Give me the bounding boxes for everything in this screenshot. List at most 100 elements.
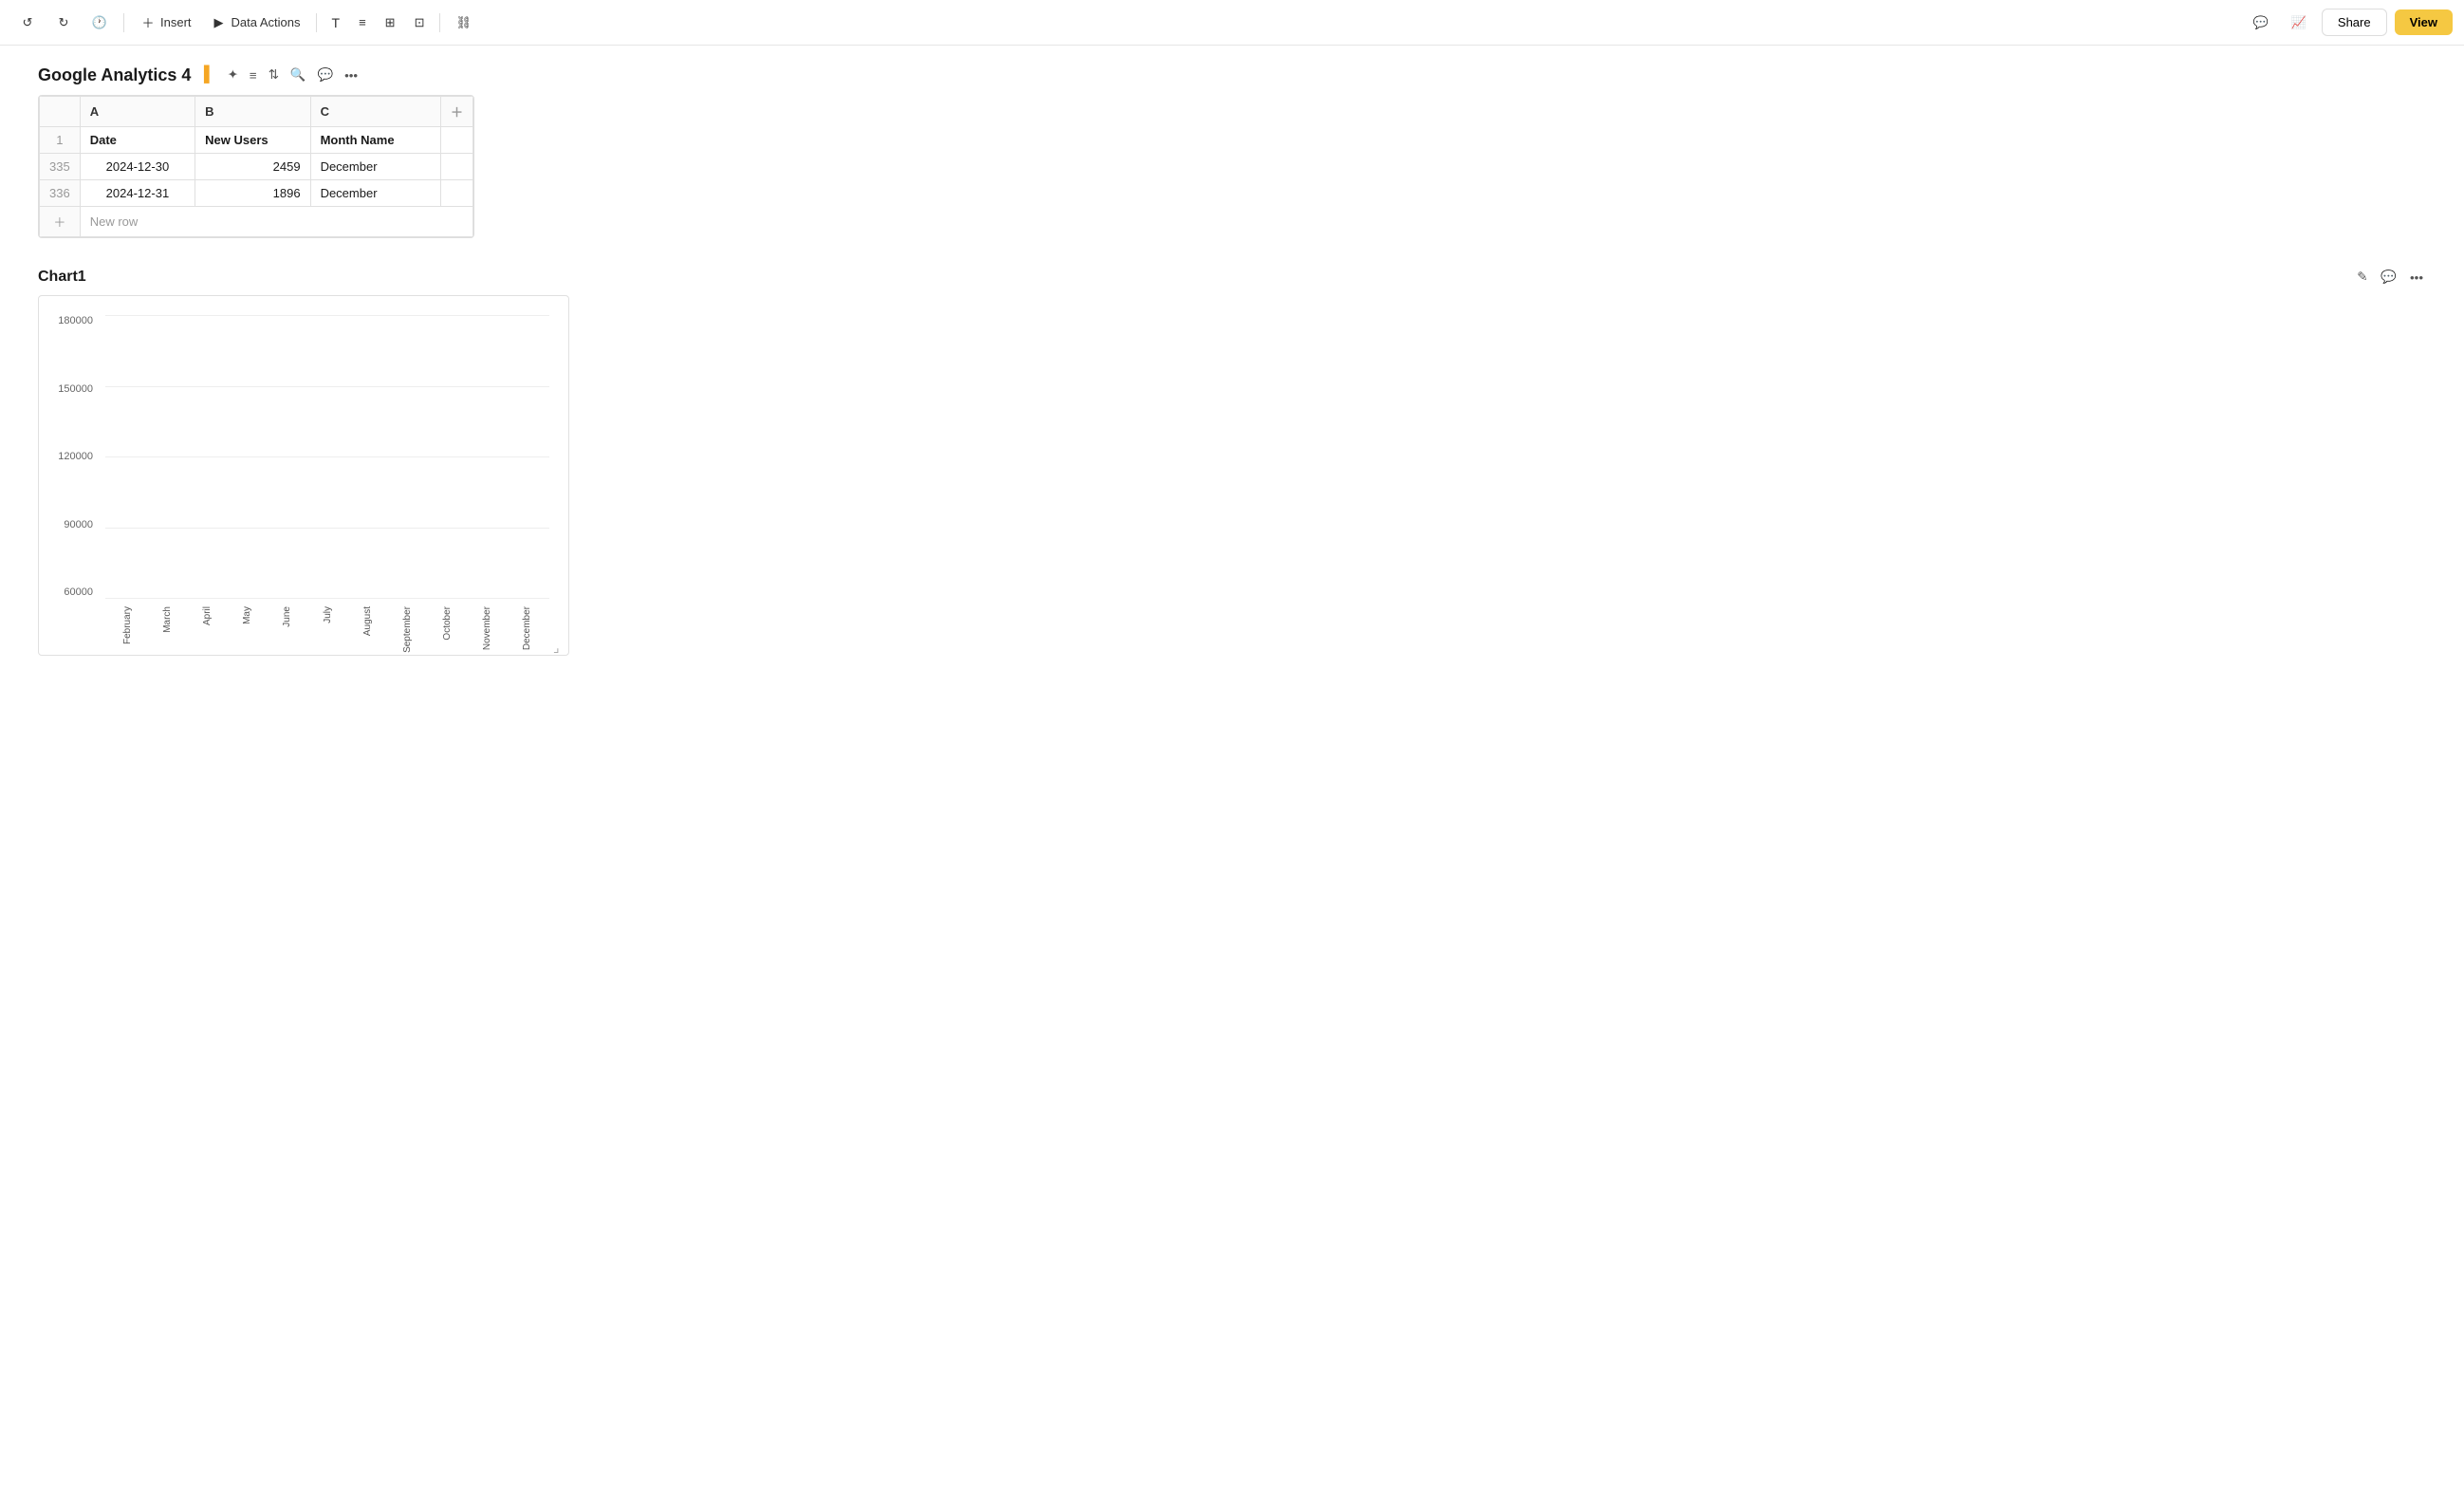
x-label-wrapper: November bbox=[469, 606, 506, 650]
x-label-september: September bbox=[402, 606, 413, 653]
table-section-toolbar: ✦ ≡ ⇅ 🔍 💬 ••• bbox=[225, 65, 361, 85]
col-monthname-header: Month Name bbox=[310, 127, 440, 154]
col-header-c: C bbox=[310, 97, 440, 127]
undo-icon: ↺ bbox=[19, 14, 36, 31]
y-axis-label: 90000 bbox=[39, 519, 93, 530]
divider-3 bbox=[439, 13, 440, 32]
col-header-a: A bbox=[80, 97, 195, 127]
toolbar: ↺ ↻ 🕐 ＋ Insert ▶ Data Actions T ≡ ⊞ ⊡ ⛓ … bbox=[0, 0, 2464, 46]
cell-date: 2024-12-30 bbox=[80, 154, 195, 180]
insert-label: Insert bbox=[160, 15, 192, 29]
divider-1 bbox=[123, 13, 124, 32]
x-label-october: October bbox=[442, 606, 453, 641]
col-date-header: Date bbox=[80, 127, 195, 154]
cell-new-users: 1896 bbox=[195, 180, 310, 207]
cell-month-name: December bbox=[310, 154, 440, 180]
table-section-header: Google Analytics 4 ▐ ✦ ≡ ⇅ 🔍 💬 ••• bbox=[38, 65, 2426, 85]
align-button[interactable]: ≡ bbox=[351, 11, 374, 33]
comment-icon: 💬 bbox=[2253, 15, 2269, 30]
data-actions-button[interactable]: ▶ Data Actions bbox=[203, 10, 308, 35]
x-label-november: November bbox=[482, 606, 492, 650]
data-actions-label: Data Actions bbox=[232, 15, 301, 29]
x-label-august: August bbox=[362, 606, 373, 636]
chart-edit-button[interactable]: ✎ bbox=[2354, 267, 2370, 288]
layout-button[interactable]: ⊡ bbox=[407, 11, 433, 34]
add-row-btn[interactable]: ＋ bbox=[40, 207, 81, 237]
cell-new-users: 2459 bbox=[195, 154, 310, 180]
x-label-june: June bbox=[282, 606, 292, 627]
col-add-button[interactable]: ＋ bbox=[440, 97, 472, 127]
table-comment-button[interactable]: 💬 bbox=[314, 65, 336, 85]
chart-comment-button[interactable]: 💬 bbox=[2378, 267, 2399, 288]
add-row-label[interactable]: New row bbox=[80, 207, 472, 237]
history-icon: 🕐 bbox=[91, 14, 108, 31]
chart-y-axis: 1800001500001200009000060000 bbox=[39, 315, 101, 598]
history-button[interactable]: 🕐 bbox=[83, 10, 116, 35]
insert-button[interactable]: ＋ Insert bbox=[132, 10, 199, 35]
chart-title: Chart1 bbox=[38, 269, 86, 286]
x-label-march: March bbox=[162, 606, 173, 633]
analytics-button[interactable]: 📈 bbox=[2284, 11, 2314, 34]
x-label-wrapper: September bbox=[389, 606, 426, 653]
table-row: 335 2024-12-30 2459 December bbox=[40, 154, 473, 180]
x-label-wrapper: June bbox=[269, 606, 306, 627]
row-header-num: 1 bbox=[40, 127, 81, 154]
main-content: Google Analytics 4 ▐ ✦ ≡ ⇅ 🔍 💬 ••• A B C… bbox=[0, 46, 2464, 675]
x-label-wrapper: August bbox=[349, 606, 386, 636]
text-format-button[interactable]: T bbox=[324, 11, 348, 34]
layout-icon: ⊡ bbox=[415, 15, 425, 30]
x-label-wrapper: July bbox=[308, 606, 345, 623]
sort-button[interactable]: ⇅ bbox=[266, 65, 282, 85]
x-label-february: February bbox=[122, 606, 133, 644]
view-button[interactable]: View bbox=[2395, 9, 2453, 35]
y-axis-label: 60000 bbox=[39, 586, 93, 598]
search-button[interactable]: 🔍 bbox=[287, 65, 309, 85]
table-more-button[interactable]: ••• bbox=[342, 65, 361, 85]
col-header-rownum bbox=[40, 97, 81, 127]
chart-x-axis: February March April May June July August Septe… bbox=[105, 603, 549, 655]
share-button[interactable]: Share bbox=[2322, 9, 2387, 36]
data-table: A B C ＋ 1 Date New Users Month Name 335 … bbox=[38, 95, 474, 238]
analytics-icon: 📈 bbox=[2291, 15, 2307, 30]
chart-toolbar: ✎ 💬 ••• bbox=[2354, 267, 2426, 288]
comment-button[interactable]: 💬 bbox=[2246, 11, 2276, 34]
ga-icon: ▐ bbox=[198, 66, 209, 84]
x-label-wrapper: April bbox=[189, 606, 226, 625]
cell-date: 2024-12-31 bbox=[80, 180, 195, 207]
filter-button[interactable]: ≡ bbox=[247, 65, 260, 85]
x-label-wrapper: March bbox=[149, 606, 186, 633]
row-num: 335 bbox=[40, 154, 81, 180]
chart-section: Chart1 ✎ 💬 ••• 1800001500001200009000060… bbox=[38, 267, 2426, 656]
x-label-wrapper: May bbox=[229, 606, 266, 624]
ga4-title: Google Analytics 4 bbox=[38, 65, 191, 85]
link-icon: ⛓ bbox=[455, 15, 472, 30]
play-icon: ▶ bbox=[211, 14, 228, 31]
x-label-december: December bbox=[522, 606, 532, 650]
x-label-wrapper: December bbox=[509, 606, 546, 650]
sparkle-button[interactable]: ✦ bbox=[225, 65, 241, 85]
table-row: 336 2024-12-31 1896 December bbox=[40, 180, 473, 207]
link-button[interactable]: ⛓ bbox=[448, 11, 479, 34]
text-icon: T bbox=[332, 15, 341, 30]
col-header-b: B bbox=[195, 97, 310, 127]
chart-more-button[interactable]: ••• bbox=[2407, 268, 2426, 288]
redo-button[interactable]: ↻ bbox=[47, 10, 80, 35]
cell-month-name: December bbox=[310, 180, 440, 207]
undo-button[interactable]: ↺ bbox=[11, 10, 44, 35]
grid-icon: ⊞ bbox=[385, 15, 396, 30]
grid-button[interactable]: ⊞ bbox=[378, 11, 403, 34]
col-plus-cell bbox=[440, 127, 472, 154]
resize-handle[interactable]: ⌟ bbox=[553, 640, 565, 651]
toolbar-right: 💬 📈 Share View bbox=[2246, 9, 2453, 36]
cell-empty bbox=[440, 154, 472, 180]
x-label-may: May bbox=[242, 606, 252, 624]
y-axis-label: 150000 bbox=[39, 383, 93, 395]
divider-2 bbox=[316, 13, 317, 32]
chart-bars bbox=[105, 315, 549, 598]
align-icon: ≡ bbox=[359, 15, 366, 29]
y-axis-label: 120000 bbox=[39, 451, 93, 462]
row-num: 336 bbox=[40, 180, 81, 207]
x-label-july: July bbox=[323, 606, 333, 623]
cell-empty bbox=[440, 180, 472, 207]
grid-line bbox=[105, 598, 549, 599]
